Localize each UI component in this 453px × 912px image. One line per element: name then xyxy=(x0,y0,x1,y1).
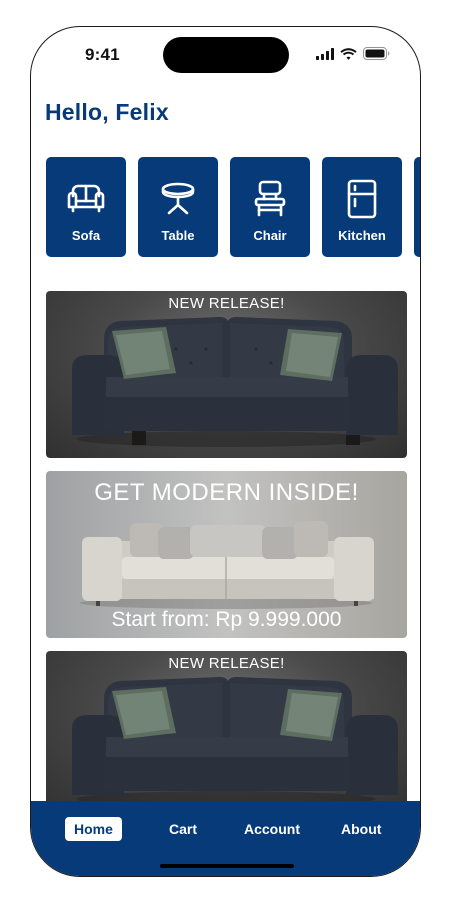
status-time: 9:41 xyxy=(85,45,120,64)
category-chair[interactable]: Chair xyxy=(230,157,310,257)
chair-icon xyxy=(254,180,286,217)
category-table[interactable]: Table xyxy=(138,157,218,257)
cellular-signal-icon xyxy=(316,47,334,60)
promo-banner-new-release[interactable]: NEW RELEASE! xyxy=(46,291,407,458)
nav-account[interactable]: Account xyxy=(244,817,300,841)
banner-tag: NEW RELEASE! xyxy=(168,295,285,312)
status-icons xyxy=(316,47,390,60)
dynamic-island xyxy=(163,37,289,73)
home-indicator[interactable] xyxy=(160,864,294,868)
dark-sofa-image xyxy=(72,677,398,807)
category-list[interactable]: Sofa Table Chair Kitchen xyxy=(46,157,420,257)
sofa-icon xyxy=(67,184,105,213)
status-bar: 9:41 xyxy=(31,27,420,83)
table-icon xyxy=(161,182,195,215)
nav-about[interactable]: About xyxy=(341,817,381,841)
battery-icon xyxy=(363,47,390,60)
promo-banner-modern[interactable]: GET MODERN INSIDE! Start from: Rp 9.999.… xyxy=(46,471,407,638)
bottom-nav: Home Cart Account About xyxy=(31,801,420,876)
dark-sofa-image xyxy=(72,317,398,447)
category-label: Chair xyxy=(253,228,287,243)
wifi-icon xyxy=(340,47,357,60)
fridge-icon xyxy=(347,179,377,219)
category-more[interactable] xyxy=(414,157,420,257)
category-sofa[interactable]: Sofa xyxy=(46,157,126,257)
category-label: Sofa xyxy=(71,228,101,243)
promo-banner-new-release-2[interactable]: NEW RELEASE! xyxy=(46,651,407,818)
nav-home[interactable]: Home xyxy=(65,817,122,841)
phone-frame: 9:41 Hello, Felix Sofa Table Chair Kitch… xyxy=(30,26,421,877)
category-kitchen[interactable]: Kitchen xyxy=(322,157,402,257)
greeting-title: Hello, Felix xyxy=(45,99,169,125)
nav-cart[interactable]: Cart xyxy=(169,817,197,841)
category-label: Table xyxy=(161,228,195,243)
banner-headline: GET MODERN INSIDE! xyxy=(94,479,359,506)
banner-price: Start from: Rp 9.999.000 xyxy=(111,608,342,631)
category-label: Kitchen xyxy=(338,228,386,243)
banner-tag: NEW RELEASE! xyxy=(168,655,285,672)
